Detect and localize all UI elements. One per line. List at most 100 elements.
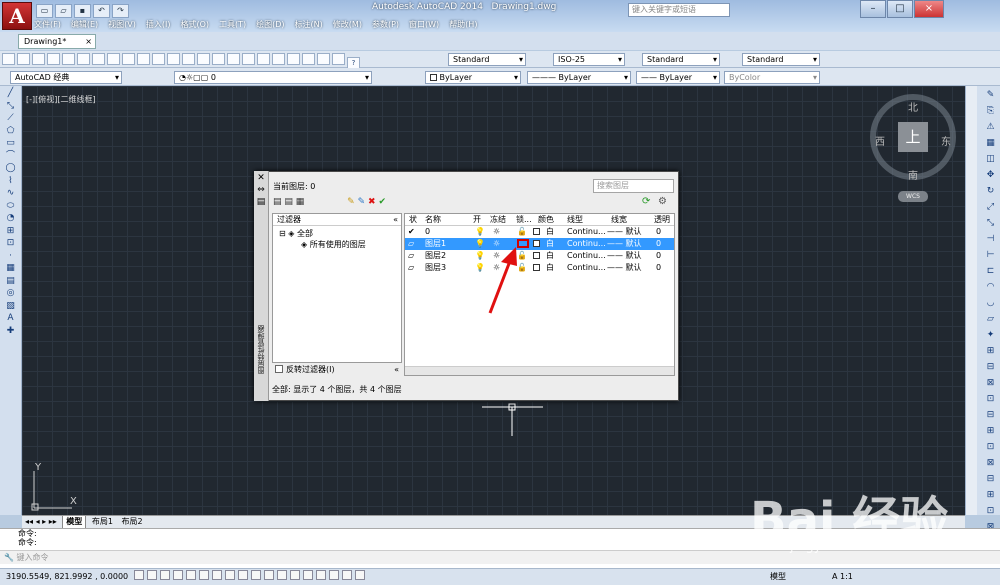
drafting-toggle-2[interactable] [159,570,170,580]
layer-select[interactable]: ◔☼▢▢ 0 [174,71,372,84]
drafting-toggle-17[interactable] [354,570,365,580]
vertical-scrollbar[interactable] [966,86,977,515]
modify-tool-icon-6[interactable]: ↻ [984,185,997,198]
menu-item-5[interactable]: 工具(T) [219,19,246,32]
plotstyle-select[interactable]: ByColor [724,71,820,84]
menu-item-6[interactable]: 绘图(D) [256,19,284,32]
draw-tool-icon-7[interactable]: ⌇ [3,176,18,187]
menu-item-9[interactable]: 参数(P) [372,19,399,32]
redo-icon[interactable] [182,53,195,65]
modify-tool-icon-7[interactable]: ⤢ [984,201,997,214]
preview-icon[interactable] [62,53,75,65]
linetype-select[interactable]: ——— ByLayer [527,71,631,84]
keyword-search-input[interactable]: 键入关键字或短语 [628,3,730,17]
drafting-toggle-0[interactable] [133,570,144,580]
undo-icon[interactable] [167,53,180,65]
sun-icon[interactable]: ☼ [493,226,500,238]
zoom-window-icon[interactable] [227,53,240,65]
draw-tool-icon-8[interactable]: ∿ [3,188,18,199]
table-style-select[interactable]: Standard [642,53,720,66]
drafting-toggle-16[interactable] [341,570,352,580]
menu-item-4[interactable]: 格式(O) [180,19,209,32]
column-header-5[interactable]: 颜色 [538,214,554,226]
draw-tool-icon-5[interactable]: ⌒ [3,151,18,162]
collapse-icon[interactable]: « [394,364,399,376]
modify-tool-icon-8[interactable]: ⤡ [984,217,997,230]
draw-tool-icon-4[interactable]: ▭ [3,138,18,149]
design-center-icon[interactable] [272,53,285,65]
copy-icon[interactable] [107,53,120,65]
draw-tool-icon-2[interactable]: ⟋ [3,113,18,124]
calculator-icon[interactable] [332,53,345,65]
status-icon[interactable]: ▱ [408,262,414,274]
group-filter-icon[interactable]: ▤ [284,197,293,207]
undo-icon[interactable]: ↶ [93,4,110,18]
column-header-6[interactable]: 线型 [567,214,583,226]
new-icon[interactable]: ▭ [36,4,53,18]
markup-icon[interactable] [317,53,330,65]
modify-tool-icon-24[interactable]: ⊟ [984,473,997,486]
dim-style-select[interactable]: ISO-25 [553,53,625,66]
status-icon[interactable]: ▱ [408,250,414,262]
menu-item-2[interactable]: 视图(V) [108,19,136,32]
drafting-toggle-15[interactable] [328,570,339,580]
workspace-select[interactable]: AutoCAD 经典 [10,71,122,84]
modify-tool-icon-14[interactable]: ▱ [984,313,997,326]
modify-tool-icon-10[interactable]: ⊢ [984,249,997,262]
modify-tool-icon-17[interactable]: ⊟ [984,361,997,374]
color-swatch[interactable] [533,262,540,274]
new-layer-icon[interactable]: ✎ [347,197,355,207]
tab-drawing1[interactable]: Drawing1* × [18,34,96,49]
lightbulb-icon[interactable]: 💡 [475,238,485,250]
layer-row[interactable]: ▱ 图层2 💡 ☼ 🔓 白 Continu... —— 默认 0 [405,250,674,262]
modify-tool-icon-2[interactable]: ⚠ [984,121,997,134]
draw-tool-icon-18[interactable]: A [3,313,18,324]
draw-tool-icon-14[interactable]: ▦ [3,263,18,274]
menu-item-1[interactable]: 编辑(E) [71,19,98,32]
drafting-toggle-4[interactable] [185,570,196,580]
mleader-style-select[interactable]: Standard [742,53,820,66]
cut-icon[interactable] [92,53,105,65]
modify-tool-icon-16[interactable]: ⊞ [984,345,997,358]
new-vp-frozen-layer-icon[interactable]: ✎ [358,197,366,207]
tree-node-used-layers[interactable]: ◈ 所有使用的图层 [279,239,401,250]
drafting-toggle-1[interactable] [146,570,157,580]
model-space-button[interactable]: 模型 [770,569,786,584]
draw-tool-icon-0[interactable]: ╱ [3,88,18,99]
drafting-toggle-11[interactable] [276,570,287,580]
menu-item-11[interactable]: 帮助(H) [449,19,477,32]
modify-tool-icon-3[interactable]: ▦ [984,137,997,150]
draw-tool-icon-12[interactable]: ⊡ [3,238,18,249]
draw-tool-icon-9[interactable]: ⬭ [3,201,18,212]
open-icon[interactable]: ▱ [55,4,72,18]
drafting-toggle-6[interactable] [211,570,222,580]
layer-row[interactable]: ▱ 图层1 💡 ☼ 白 Continu... —— 默认 0 [405,238,674,250]
zoom-previous-icon[interactable] [242,53,255,65]
lightbulb-icon[interactable]: 💡 [475,250,485,262]
publish-icon[interactable] [77,53,90,65]
column-header-8[interactable]: 透明 [654,214,670,226]
modify-tool-icon-21[interactable]: ⊞ [984,425,997,438]
modify-tool-icon-26[interactable]: ⊡ [984,505,997,518]
sheet-set-icon[interactable] [302,53,315,65]
menu-item-0[interactable]: 文件(F) [34,19,61,32]
modify-tool-icon-23[interactable]: ⊠ [984,457,997,470]
modify-tool-icon-13[interactable]: ◡ [984,297,997,310]
tab-layout1[interactable]: 布局1 [89,516,116,528]
new-filter-icon[interactable]: ▤ [273,197,282,207]
drafting-toggle-5[interactable] [198,570,209,580]
color-swatch[interactable] [533,238,540,250]
print-icon[interactable] [47,53,60,65]
annotation-scale[interactable]: A 1:1 [832,569,853,584]
redo-icon[interactable]: ↷ [112,4,129,18]
draw-tool-icon-19[interactable]: ✚ [3,326,18,337]
status-current-icon[interactable]: ✔ [408,226,415,238]
lightbulb-icon[interactable]: 💡 [475,226,485,238]
modify-tool-icon-12[interactable]: ◠ [984,281,997,294]
modify-tool-icon-11[interactable]: ⊏ [984,265,997,278]
states-manager-icon[interactable]: ▦ [296,197,305,207]
zoom-icon[interactable] [212,53,225,65]
draw-tool-icon-17[interactable]: ▧ [3,301,18,312]
draw-tool-icon-1[interactable]: ⤡ [3,101,18,112]
modify-tool-icon-20[interactable]: ⊟ [984,409,997,422]
